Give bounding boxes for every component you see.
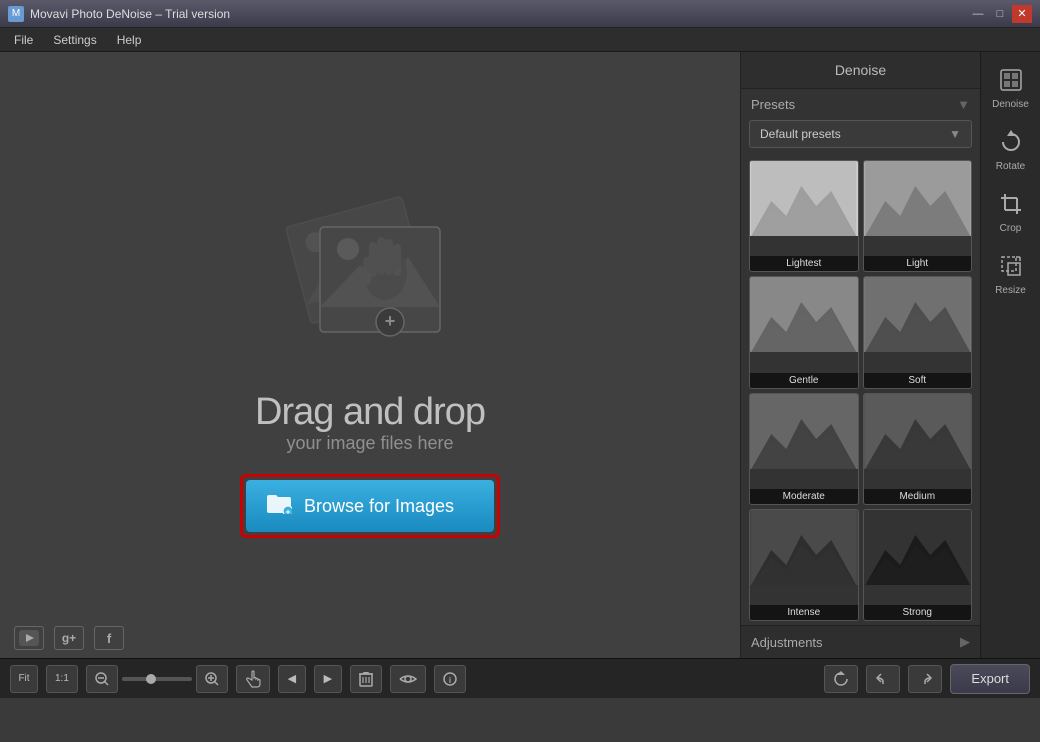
- svg-text:i: i: [449, 676, 451, 685]
- toolbar-right: Denoise Rotate Crop: [980, 52, 1040, 658]
- next-button[interactable]: ▶: [314, 665, 342, 693]
- preset-intense[interactable]: Intense: [749, 509, 859, 621]
- zoom-plus-button[interactable]: [196, 665, 228, 693]
- zoom-slider-area: [86, 665, 228, 693]
- zoom-handle[interactable]: [146, 674, 156, 684]
- social-bar: g+ f: [0, 618, 138, 658]
- export-button[interactable]: Export: [950, 664, 1030, 694]
- canvas-area: + Drag and drop your image files here +: [0, 52, 740, 658]
- menu-file[interactable]: File: [4, 30, 43, 50]
- preset-label-strong: Strong: [864, 605, 972, 620]
- prev-button[interactable]: ◀: [278, 665, 306, 693]
- preset-strong[interactable]: Strong: [863, 509, 973, 621]
- undo-button[interactable]: [866, 665, 900, 693]
- preset-soft[interactable]: Soft: [863, 276, 973, 388]
- crop-icon: [999, 192, 1023, 219]
- presets-label: Presets ▼: [741, 89, 980, 120]
- menu-settings[interactable]: Settings: [43, 30, 106, 50]
- preset-light[interactable]: Light: [863, 160, 973, 272]
- presets-grid: Lightest Light: [741, 156, 980, 625]
- tool-resize-label: Resize: [995, 285, 1026, 296]
- adjustments-arrow: ▶: [960, 634, 970, 650]
- denoise-icon: [999, 68, 1023, 95]
- fit-button[interactable]: Fit: [10, 665, 38, 693]
- hand-tool-button[interactable]: [236, 665, 270, 693]
- resize-icon: [999, 254, 1023, 281]
- preset-gentle[interactable]: Gentle: [749, 276, 859, 388]
- minimize-button[interactable]: —: [968, 5, 988, 23]
- tool-rotate[interactable]: Rotate: [985, 122, 1037, 180]
- preset-moderate[interactable]: Moderate: [749, 393, 859, 505]
- right-panel: Denoise Presets ▼ Default presets ▼: [740, 52, 980, 658]
- bottom-toolbar: Fit 1:1 ◀ ▶: [0, 658, 1040, 698]
- window-title: Movavi Photo DeNoise – Trial version: [30, 7, 230, 21]
- folder-icon: +: [266, 492, 292, 520]
- close-button[interactable]: ✕: [1012, 5, 1032, 23]
- preset-label-intense: Intense: [750, 605, 858, 620]
- browse-for-images-button[interactable]: + Browse for Images: [246, 480, 494, 532]
- presets-dropdown[interactable]: Default presets ▼: [749, 120, 972, 148]
- preset-label-moderate: Moderate: [750, 489, 858, 504]
- tool-denoise[interactable]: Denoise: [985, 60, 1037, 118]
- info-button[interactable]: i: [434, 665, 466, 693]
- svg-text:+: +: [285, 507, 290, 514]
- rotate-ccw-button[interactable]: [824, 665, 858, 693]
- preset-label-lightest: Lightest: [750, 256, 858, 271]
- drag-drop-subtitle: your image files here: [255, 433, 485, 454]
- preset-label-light: Light: [864, 256, 972, 271]
- tool-resize[interactable]: Resize: [985, 246, 1037, 304]
- ratio-button[interactable]: 1:1: [46, 665, 78, 693]
- adjustments-bar[interactable]: Adjustments ▶: [741, 625, 980, 658]
- maximize-button[interactable]: □: [990, 5, 1010, 23]
- browse-button-container: + Browse for Images: [240, 474, 500, 538]
- youtube-icon[interactable]: [14, 626, 44, 650]
- menu-help[interactable]: Help: [107, 30, 152, 50]
- delete-button[interactable]: [350, 665, 382, 693]
- tool-denoise-label: Denoise: [992, 99, 1029, 110]
- tool-crop-label: Crop: [1000, 223, 1022, 234]
- preset-label-medium: Medium: [864, 489, 972, 504]
- main-layout: + Drag and drop your image files here +: [0, 52, 1040, 658]
- drop-icon-container: +: [250, 172, 490, 372]
- preset-label-gentle: Gentle: [750, 373, 858, 388]
- eye-button[interactable]: [390, 665, 426, 693]
- title-bar-left: M Movavi Photo DeNoise – Trial version: [8, 6, 230, 22]
- svg-text:+: +: [385, 311, 396, 331]
- drag-drop-icon: +: [270, 177, 470, 367]
- zoom-minus-button[interactable]: [86, 665, 118, 693]
- title-bar: M Movavi Photo DeNoise – Trial version —…: [0, 0, 1040, 28]
- drag-drop-text: Drag and drop your image files here: [255, 392, 485, 455]
- preset-lightest[interactable]: Lightest: [749, 160, 859, 272]
- title-bar-controls: — □ ✕: [968, 5, 1032, 23]
- facebook-icon[interactable]: f: [94, 626, 124, 650]
- tool-crop[interactable]: Crop: [985, 184, 1037, 242]
- preset-medium[interactable]: Medium: [863, 393, 973, 505]
- tool-rotate-label: Rotate: [996, 161, 1025, 172]
- browse-label: Browse for Images: [304, 496, 454, 517]
- drop-zone: + Drag and drop your image files here +: [240, 172, 500, 539]
- drag-drop-title: Drag and drop: [255, 392, 485, 434]
- preset-label-soft: Soft: [864, 373, 972, 388]
- redo-button[interactable]: [908, 665, 942, 693]
- denoise-header: Denoise: [741, 52, 980, 89]
- menu-bar: File Settings Help: [0, 28, 1040, 52]
- googleplus-icon[interactable]: g+: [54, 626, 84, 650]
- rotate-icon: [999, 130, 1023, 157]
- app-icon: M: [8, 6, 24, 22]
- adjustments-label: Adjustments: [751, 635, 823, 650]
- zoom-slider[interactable]: [122, 677, 192, 681]
- dropdown-arrow: ▼: [949, 127, 961, 141]
- presets-arrow: ▼: [957, 97, 970, 112]
